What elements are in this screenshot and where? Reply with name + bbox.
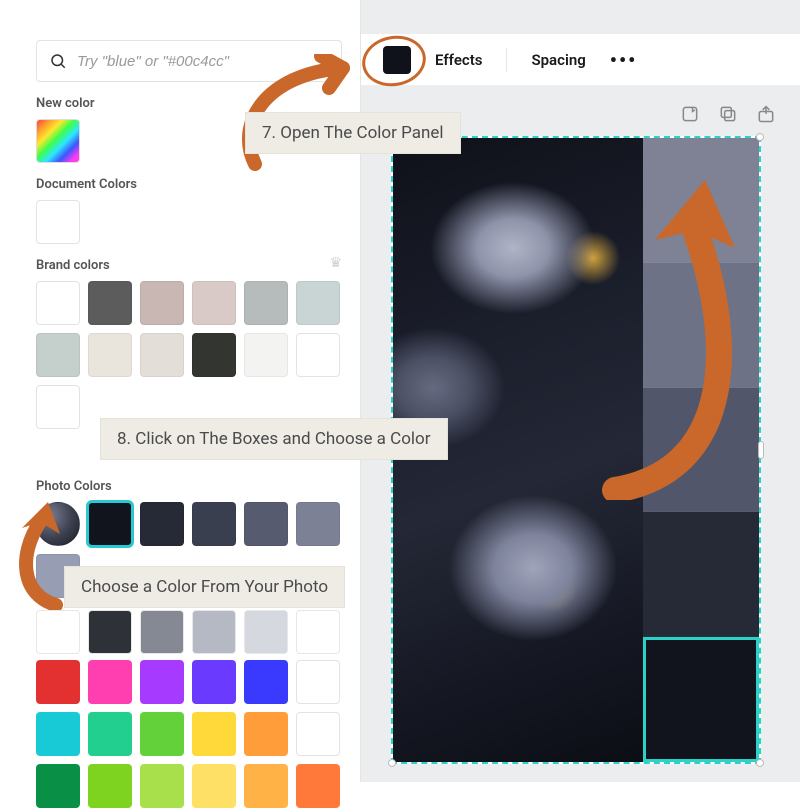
annotation-click-boxes: 8. Click on The Boxes and Choose a Color <box>100 418 448 460</box>
resize-handle[interactable] <box>388 759 396 767</box>
photo-color-swatch[interactable] <box>192 502 236 546</box>
canvas-actions <box>680 104 776 124</box>
color-swatch[interactable] <box>192 610 236 654</box>
default-color-swatch[interactable] <box>140 764 184 808</box>
palette-cell[interactable] <box>643 388 759 513</box>
canvas-palette-strip <box>643 138 759 762</box>
brand-color-swatch[interactable] <box>36 281 80 325</box>
brand-color-swatch[interactable] <box>88 281 132 325</box>
default-color-swatch[interactable] <box>88 764 132 808</box>
default-color-swatch[interactable] <box>36 764 80 808</box>
copy-icon[interactable] <box>718 104 738 124</box>
toolbar-color-chip[interactable] <box>383 46 411 74</box>
default-color-swatch[interactable] <box>244 660 288 704</box>
resize-handle[interactable] <box>756 759 764 767</box>
spacing-button[interactable]: Spacing <box>529 47 587 73</box>
brand-color-swatch[interactable] <box>36 385 80 429</box>
color-swatch[interactable] <box>140 610 184 654</box>
effects-button[interactable]: Effects <box>433 47 484 73</box>
default-color-swatch[interactable] <box>36 660 80 704</box>
toolbar-divider <box>506 48 507 72</box>
brand-colors-row <box>36 333 342 377</box>
document-colors-grid <box>36 200 342 244</box>
resize-handle[interactable] <box>758 441 764 459</box>
annotation-open-panel: 7. Open The Color Panel <box>245 112 461 154</box>
photo-color-swatch[interactable] <box>244 502 288 546</box>
photo-colors-label: Photo Colors <box>36 479 342 494</box>
share-icon[interactable] <box>756 104 776 124</box>
palette-cell[interactable] <box>643 637 759 762</box>
palette-cell[interactable] <box>643 138 759 263</box>
search-input[interactable] <box>77 53 329 70</box>
photo-color-swatch[interactable] <box>296 502 340 546</box>
default-color-swatch[interactable] <box>140 712 184 756</box>
document-colors-label: Document Colors <box>36 177 342 192</box>
color-swatch[interactable] <box>88 610 132 654</box>
extra-colors-row <box>36 610 342 654</box>
crown-icon: ♛ <box>329 255 342 271</box>
brand-color-swatch[interactable] <box>244 333 288 377</box>
photo-thumbnail-swatch[interactable] <box>36 502 80 546</box>
palette-cell[interactable] <box>643 263 759 388</box>
default-color-swatch[interactable] <box>88 712 132 756</box>
photo-color-swatch[interactable] <box>140 502 184 546</box>
brand-color-swatch[interactable] <box>192 281 236 325</box>
brand-color-swatch[interactable] <box>244 281 288 325</box>
brand-colors-row <box>36 281 342 325</box>
color-swatch[interactable] <box>36 610 80 654</box>
default-color-swatch[interactable] <box>244 764 288 808</box>
text-toolbar: Effects Spacing ••• <box>361 34 800 86</box>
palette-cell[interactable] <box>643 512 759 637</box>
notes-icon[interactable] <box>680 104 700 124</box>
resize-handle[interactable] <box>756 133 764 141</box>
brand-color-swatch[interactable] <box>88 333 132 377</box>
annotation-choose-photo: Choose a Color From Your Photo <box>64 566 345 608</box>
new-color-picker[interactable] <box>36 119 80 163</box>
more-icon[interactable]: ••• <box>610 48 638 72</box>
default-color-swatch[interactable] <box>36 712 80 756</box>
color-swatch[interactable] <box>296 610 340 654</box>
brand-color-swatch[interactable] <box>36 333 80 377</box>
search-icon <box>49 52 67 70</box>
color-search[interactable] <box>36 40 342 82</box>
default-color-swatch[interactable] <box>296 660 340 704</box>
default-color-swatch[interactable] <box>244 712 288 756</box>
brand-colors-label: Brand colors <box>36 258 110 273</box>
default-colors-grid <box>36 660 342 808</box>
default-color-swatch[interactable] <box>140 660 184 704</box>
document-color-swatch[interactable] <box>36 200 80 244</box>
brand-color-swatch[interactable] <box>192 333 236 377</box>
brand-color-swatch[interactable] <box>296 281 340 325</box>
default-color-swatch[interactable] <box>192 712 236 756</box>
color-swatch[interactable] <box>244 610 288 654</box>
default-color-swatch[interactable] <box>296 712 340 756</box>
default-color-swatch[interactable] <box>88 660 132 704</box>
brand-color-swatch[interactable] <box>140 333 184 377</box>
default-color-swatch[interactable] <box>192 764 236 808</box>
brand-color-swatch[interactable] <box>296 333 340 377</box>
brand-color-swatch[interactable] <box>140 281 184 325</box>
photo-color-swatch[interactable] <box>88 502 132 546</box>
new-color-label: New color <box>36 96 342 111</box>
default-color-swatch[interactable] <box>296 764 340 808</box>
default-color-swatch[interactable] <box>192 660 236 704</box>
